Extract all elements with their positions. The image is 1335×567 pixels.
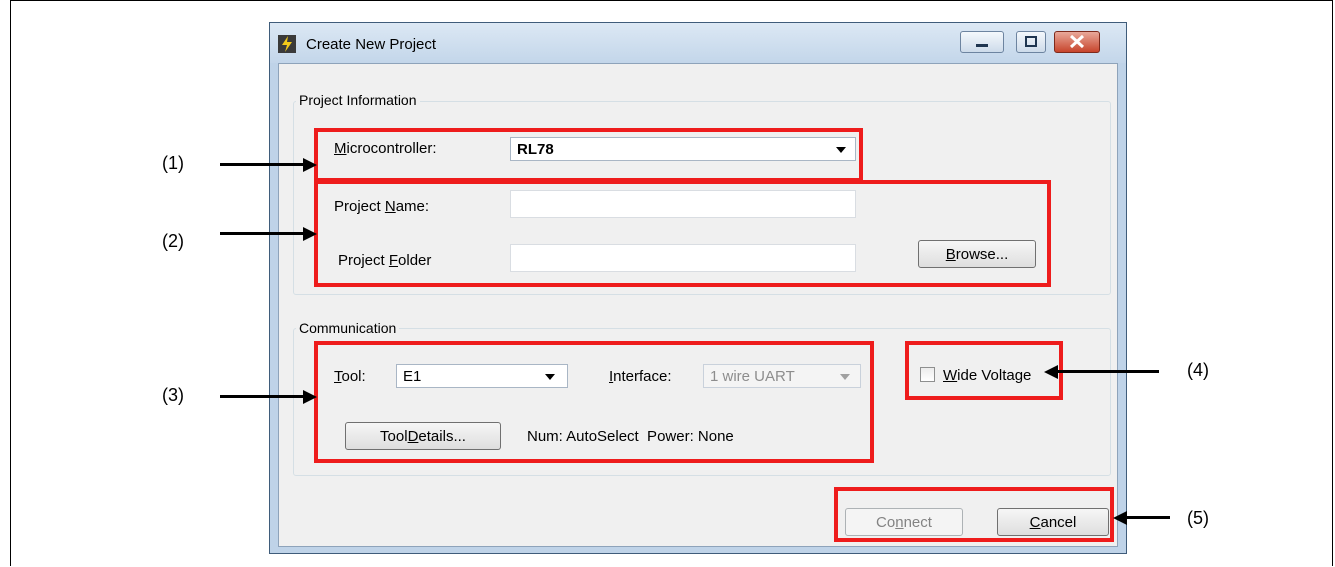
minimize-icon — [976, 44, 988, 47]
maximize-button[interactable] — [1016, 31, 1046, 53]
title-bar[interactable]: Create New Project — [270, 23, 1126, 63]
project-information-label: Project Information — [296, 92, 420, 108]
close-button[interactable] — [1054, 31, 1100, 53]
highlight-box-2 — [314, 180, 1051, 287]
communication-label: Communication — [296, 320, 400, 336]
callout-label-3: (3) — [162, 385, 184, 405]
callout-label-2: (2) — [162, 231, 184, 251]
highlight-box-4 — [905, 341, 1063, 400]
callout-label-1: (1) — [162, 153, 184, 173]
callout-label-5: (5) — [1187, 508, 1209, 528]
minimize-button[interactable] — [960, 31, 1004, 53]
window-title: Create New Project — [306, 36, 437, 53]
close-icon — [1069, 34, 1085, 49]
app-icon — [278, 35, 296, 53]
callout-label-4: (4) — [1187, 360, 1209, 380]
create-new-project-dialog: Create New Project Project Information M… — [269, 22, 1127, 554]
highlight-box-1 — [314, 128, 863, 182]
maximize-icon — [1025, 36, 1037, 47]
highlight-box-5 — [834, 487, 1114, 542]
highlight-box-3 — [314, 341, 874, 463]
